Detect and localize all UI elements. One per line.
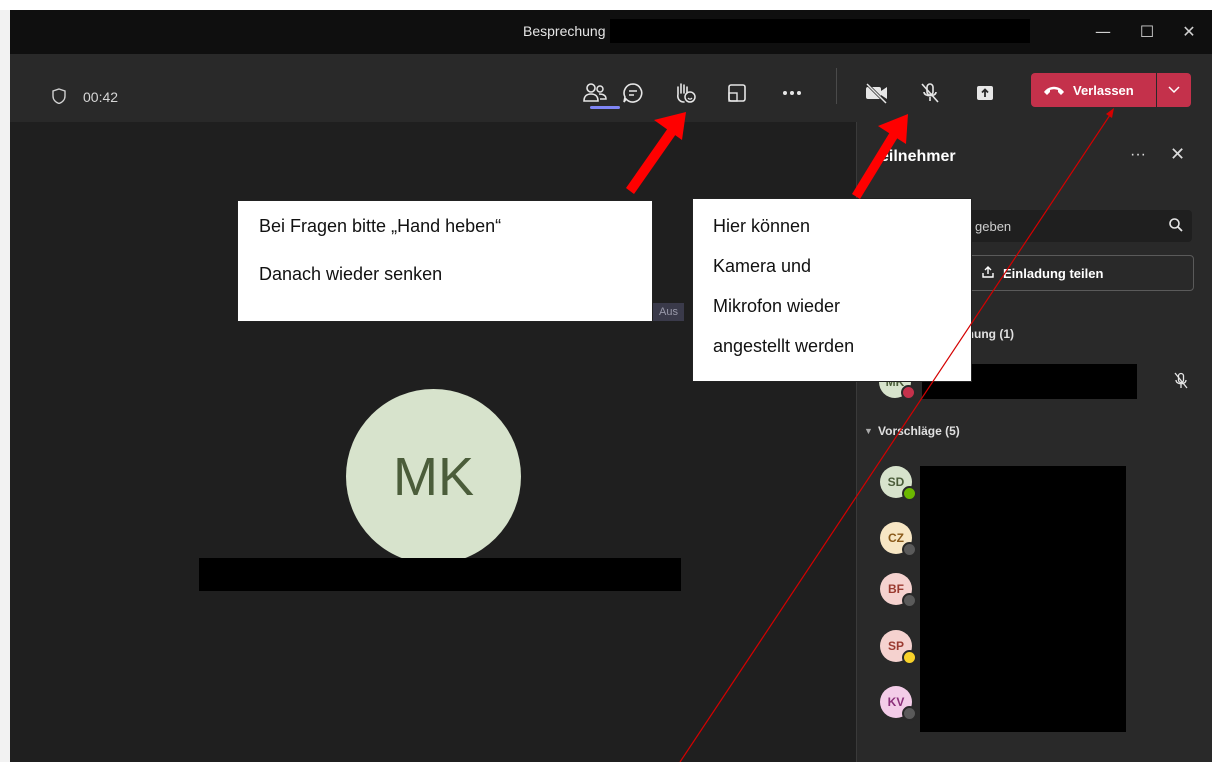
callout-text: angestellt werden xyxy=(713,336,855,356)
share-content-button[interactable] xyxy=(970,78,1000,108)
more-icon xyxy=(783,91,801,95)
participants-icon xyxy=(583,83,607,102)
ghost-status-label: Aus xyxy=(653,303,684,321)
raise-hand-button[interactable] xyxy=(670,78,700,108)
offline-status-icon xyxy=(902,593,917,608)
maximize-button[interactable]: ☐ xyxy=(1132,18,1162,46)
layout-button[interactable] xyxy=(722,78,752,108)
share-tray-icon xyxy=(977,86,993,100)
mic-off-icon xyxy=(921,83,939,103)
callout-text: Hier können xyxy=(713,216,811,236)
away-status-icon xyxy=(902,650,917,665)
chat-icon xyxy=(623,83,643,103)
chevron-down-icon xyxy=(1168,86,1180,94)
teams-meeting-window: Besprechung — ☐ ✕ 00:42 Verlassen MK Aus… xyxy=(10,10,1212,762)
raise-hand-callout: Bei Fragen bitte „Hand heben“ Danach wie… xyxy=(237,200,653,322)
invite-label: Einladung teilen xyxy=(1003,266,1104,281)
offline-status-icon xyxy=(902,542,917,557)
leave-label: Verlassen xyxy=(1073,82,1134,98)
close-button[interactable]: ✕ xyxy=(1174,18,1204,46)
participant-avatar: MK xyxy=(346,389,521,564)
redacted-suggestion-names xyxy=(920,466,1126,732)
hang-up-icon xyxy=(1044,86,1064,95)
camera-off-icon xyxy=(865,82,888,105)
callout-text: Kamera und xyxy=(713,256,812,276)
panel-title: eilnehmer xyxy=(880,148,956,165)
busy-status-icon xyxy=(901,385,916,400)
participants-button[interactable] xyxy=(580,78,610,108)
chat-button[interactable] xyxy=(618,78,648,108)
panel-close-button[interactable]: ✕ xyxy=(1170,144,1185,165)
participants-active-indicator xyxy=(590,106,620,109)
camera-mic-callout: Hier können Kamera und Mikrofon wieder a… xyxy=(692,198,972,382)
panel-more-button[interactable]: ··· xyxy=(1130,146,1146,164)
search-icon xyxy=(1169,218,1183,232)
search-placeholder: geben xyxy=(975,219,1012,234)
callout-text: Mikrofon wieder xyxy=(713,296,841,316)
leave-options-button[interactable] xyxy=(1157,73,1191,107)
more-actions-button[interactable] xyxy=(777,78,807,108)
participant-muted-icon xyxy=(1174,372,1188,389)
minimize-button[interactable]: — xyxy=(1088,18,1118,46)
mic-toggle-button[interactable] xyxy=(915,78,945,108)
callout-text: Bei Fragen bitte „Hand heben“ xyxy=(259,216,502,236)
callout-text: Danach wieder senken xyxy=(259,264,443,284)
title-bar: Besprechung — ☐ ✕ xyxy=(10,10,1212,54)
leave-button[interactable]: Verlassen xyxy=(1031,73,1156,107)
window-title: Besprechung xyxy=(523,23,606,39)
redacted-meeting-name xyxy=(610,19,1030,43)
background-window-edge xyxy=(0,10,10,762)
meeting-timer: 00:42 xyxy=(83,89,119,105)
raise-hand-icon xyxy=(677,83,696,103)
available-status-icon xyxy=(902,486,917,501)
redacted-participant-name xyxy=(199,558,681,591)
layout-icon xyxy=(728,84,746,102)
suggestions-section-label[interactable]: Vorschläge (5) xyxy=(878,424,960,438)
section-collapse-icon[interactable]: ▼ xyxy=(864,426,873,436)
share-icon xyxy=(982,266,994,278)
shield-icon xyxy=(52,88,66,104)
toolbar-separator xyxy=(836,68,837,104)
offline-status-icon xyxy=(902,706,917,721)
camera-toggle-button[interactable] xyxy=(862,78,892,108)
